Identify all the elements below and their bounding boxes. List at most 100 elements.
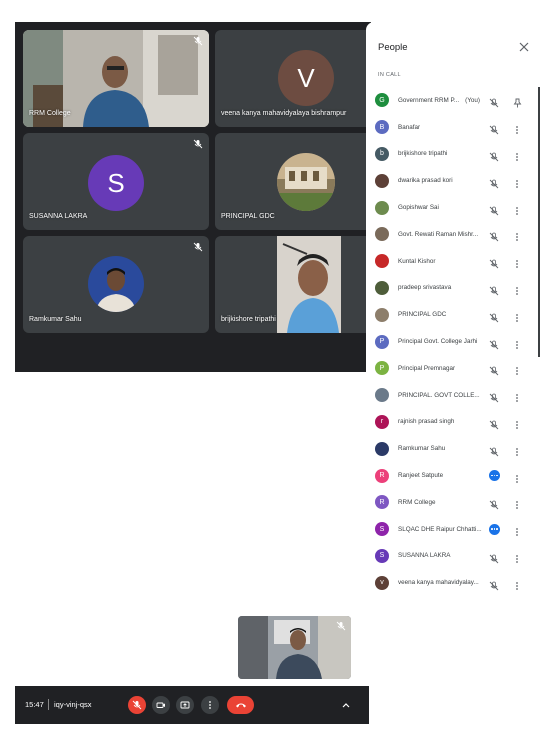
participant-photo: [277, 153, 335, 211]
participant-row[interactable]: PRINCIPAL. GOVT COLLE...: [366, 382, 540, 409]
more-vert-icon[interactable]: [513, 283, 521, 295]
participant-row[interactable]: P Principal Premnagar: [366, 355, 540, 382]
participant-name: SLQAC DHE Raipur Chhatti...: [398, 526, 482, 533]
present-button[interactable]: [176, 696, 194, 714]
participant-row[interactable]: Kuntal Kishor: [366, 248, 540, 275]
participant-name: pradeep srivastava: [398, 284, 451, 291]
avatar: P: [375, 334, 389, 349]
participant-row[interactable]: dwarika prasad kori: [366, 167, 540, 194]
more-vert-icon[interactable]: [513, 363, 521, 376]
more-vert-icon[interactable]: [513, 578, 521, 590]
leave-call-button[interactable]: [227, 696, 254, 714]
camera-toggle-button[interactable]: [152, 696, 170, 714]
participant-row[interactable]: S SLQAC DHE Raipur Chhatti...: [366, 516, 540, 543]
participant-row[interactable]: Ramkumar Sahu: [366, 435, 540, 462]
participant-row[interactable]: pradeep srivastava: [366, 275, 540, 302]
participant-row[interactable]: G Government RRM P... (You): [366, 87, 540, 114]
avatar: [375, 280, 389, 295]
participant-row[interactable]: R RRM College: [366, 489, 540, 516]
video-tile-ramkumar[interactable]: Ramkumar Sahu: [23, 236, 209, 333]
tile-name: RRM College: [29, 110, 71, 117]
muted-mic-icon[interactable]: [489, 176, 499, 189]
muted-mic-icon[interactable]: [489, 229, 499, 242]
participant-row[interactable]: b brijkishore tripathi: [366, 141, 540, 168]
muted-mic-icon[interactable]: [489, 497, 499, 510]
participant-name-text: Ranjeet Satpute: [398, 472, 444, 480]
more-vert-icon[interactable]: [513, 551, 521, 563]
muted-mic-icon[interactable]: [489, 551, 499, 564]
participant-name-text: rajnish prasad singh: [398, 418, 455, 426]
muted-mic-icon[interactable]: [489, 390, 499, 403]
muted-mic-icon[interactable]: [489, 95, 499, 108]
mic-off-icon: [132, 700, 142, 710]
camera-icon: [156, 702, 165, 708]
speaking-indicator-icon: [489, 470, 500, 482]
avatar: b: [375, 146, 389, 161]
avatar: S: [375, 522, 389, 537]
avatar: [375, 173, 389, 188]
avatar: [375, 441, 389, 456]
pin-icon[interactable]: [513, 95, 522, 108]
participant-row[interactable]: P Principal Govt. College Jarhi: [366, 328, 540, 355]
speaking-indicator-icon: [489, 523, 500, 535]
video-tile-rrm-college[interactable]: RRM College: [23, 30, 209, 127]
more-vert-icon[interactable]: [513, 497, 521, 510]
close-icon[interactable]: [518, 41, 530, 53]
participant-row[interactable]: R Ranjeet Satpute: [366, 462, 540, 489]
more-vert-icon[interactable]: [513, 176, 521, 188]
more-vert-icon[interactable]: [513, 524, 521, 537]
avatar: G: [375, 93, 389, 108]
more-options-button[interactable]: [201, 696, 219, 714]
participant-row[interactable]: PRINCIPAL GDC: [366, 301, 540, 328]
more-vert-icon[interactable]: [513, 444, 521, 456]
more-vert-icon[interactable]: [513, 229, 521, 242]
more-vert-icon[interactable]: [513, 417, 521, 429]
more-vert-icon: [209, 701, 211, 709]
more-vert-icon[interactable]: [513, 256, 521, 269]
muted-mic-icon[interactable]: [489, 337, 499, 349]
participant-name-text: Kuntal Kishor: [398, 257, 436, 265]
participant-row[interactable]: Govt. Rewati Raman Mishr...: [366, 221, 540, 248]
more-vert-icon[interactable]: [513, 203, 521, 215]
participant-row[interactable]: B Banafar: [366, 114, 540, 141]
more-vert-icon[interactable]: [513, 390, 521, 403]
participant-row[interactable]: v veena kanya mahavidyalay...: [366, 569, 540, 596]
participant-name-text: Banafar: [398, 123, 421, 131]
participant-name-text: brijkishore tripathi: [398, 150, 448, 158]
video-tile-brijkishore[interactable]: brijkishore tripathi: [215, 236, 371, 333]
chevron-up-icon[interactable]: [340, 699, 352, 711]
participant-name-text: Government RRM P...: [398, 96, 460, 104]
mic-toggle-button[interactable]: [128, 696, 146, 714]
participant-name-text: dwarika prasad kori: [398, 177, 453, 185]
tile-name: Ramkumar Sahu: [29, 316, 82, 323]
muted-mic-icon[interactable]: [489, 310, 499, 323]
participant-name: Gopishwar Sai: [398, 204, 439, 211]
muted-mic-icon[interactable]: [489, 363, 499, 376]
muted-mic-icon[interactable]: [489, 256, 499, 269]
muted-mic-icon[interactable]: [489, 122, 499, 135]
participant-name: Ranjeet Satpute: [398, 472, 443, 479]
more-vert-icon[interactable]: [513, 310, 521, 322]
muted-mic-icon[interactable]: [489, 417, 499, 430]
participant-list: G Government RRM P... (You) B Banafar b brijki…: [366, 87, 540, 596]
participant-name-text: Ramkumar Sahu: [398, 445, 446, 453]
participant-row[interactable]: r rajnish prasad singh: [366, 409, 540, 436]
more-vert-icon[interactable]: [513, 471, 521, 483]
muted-mic-icon[interactable]: [489, 283, 499, 296]
more-vert-icon[interactable]: [513, 337, 521, 349]
participant-row[interactable]: S SUSANNA LAKRA: [366, 543, 540, 570]
muted-mic-icon[interactable]: [489, 578, 499, 591]
self-view[interactable]: [238, 616, 351, 679]
more-vert-icon[interactable]: [513, 149, 521, 161]
participant-row[interactable]: Gopishwar Sai: [366, 194, 540, 221]
muted-mic-icon[interactable]: [489, 444, 499, 457]
video-tile-principal-gdc[interactable]: PRINCIPAL GDC: [215, 133, 371, 230]
video-tile-veena[interactable]: V veena kanya mahavidyalaya bishrampur: [215, 30, 371, 127]
more-vert-icon[interactable]: [513, 122, 521, 135]
muted-mic-icon[interactable]: [489, 149, 499, 162]
participant-name: RRM College: [398, 499, 435, 506]
you-label: (You): [465, 96, 480, 104]
muted-mic-icon[interactable]: [489, 203, 499, 215]
video-tile-susanna[interactable]: S SUSANNA LAKRA: [23, 133, 209, 230]
present-icon: [180, 701, 190, 709]
